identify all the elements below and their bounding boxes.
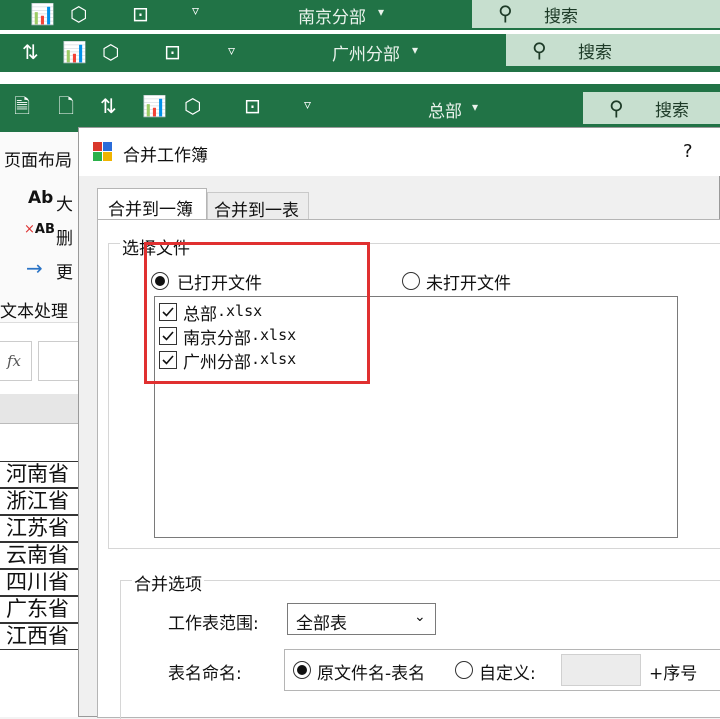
merge-workbook-dialog: 合并工作簿 ? 合并到一簿 合并到一表 选择文件 已打开文件 未打开文件 总部 … <box>78 127 720 719</box>
excel-ribbon-panel: 页面布局 Ab 大 ×AB 删 → 更 文本处理 <box>0 132 80 322</box>
new-file-icon[interactable]: 🗋 <box>58 96 74 116</box>
shapes-icon[interactable]: ⬡ <box>102 42 119 62</box>
chevron-down-icon: ▾ <box>472 100 479 114</box>
window-ribbon-nanjing: 📊 ⬡ ⊡ ▿ 南京分部 ▾ ⚲ 搜索 <box>0 0 720 30</box>
shapes-icon[interactable]: ⬡ <box>184 96 201 116</box>
sort-icon[interactable]: ⇅ <box>22 42 39 62</box>
ribbon-tab-page-layout[interactable]: 页面布局 <box>4 146 72 171</box>
app-icon <box>93 142 113 162</box>
tab-page: 选择文件 已打开文件 未打开文件 总部 .xlsx 南京分部 .xlsx 广州分… <box>97 219 720 719</box>
window-title-guangzhou[interactable]: 广州分部 <box>332 40 400 65</box>
cell-province[interactable]: 广东省 <box>0 596 78 623</box>
search-label: 搜索 <box>578 43 612 63</box>
file-icon[interactable]: 🗎 <box>14 96 30 116</box>
tab-merge-to-sheet[interactable]: 合并到一表 <box>207 192 309 221</box>
search-icon: ⚲ <box>532 38 547 62</box>
chevron-down-icon: ⌄ <box>414 609 426 625</box>
textbox-icon[interactable]: ⊡ <box>164 42 181 62</box>
ab-icon[interactable]: Ab <box>28 188 53 208</box>
sheet-range-label: 工作表范围: <box>168 614 259 634</box>
customize-icon[interactable]: ▿ <box>228 44 235 58</box>
custom-name-input[interactable] <box>561 654 641 686</box>
search-label: 搜索 <box>655 101 689 121</box>
window-ribbon-guangzhou: ⇅ 📊 ⬡ ⊡ ▿ 广州分部 ▾ ⚲ 搜索 <box>0 34 720 72</box>
window-strip-gap <box>0 72 720 84</box>
search-box-guangzhou[interactable]: ⚲ 搜索 <box>506 34 720 66</box>
cell-province[interactable]: 江苏省 <box>0 515 78 542</box>
shapes-icon[interactable]: ⬡ <box>70 4 87 24</box>
highlight-annotation <box>144 242 370 384</box>
textbox-icon[interactable]: ⊡ <box>132 4 149 24</box>
column-header <box>0 394 80 424</box>
chevron-down-icon: ▾ <box>412 43 419 57</box>
tab-merge-to-workbook[interactable]: 合并到一簿 <box>97 188 207 220</box>
search-box-nanjing[interactable]: ⚲ 搜索 <box>472 0 720 28</box>
delete-icon[interactable]: ×AB <box>24 222 55 237</box>
textbox-icon[interactable]: ⊡ <box>244 96 261 116</box>
sort-icon[interactable]: ⇅ <box>100 96 117 116</box>
dialog-title: 合并工作簿 <box>123 146 208 166</box>
radio-custom-name-label[interactable]: 自定义: <box>479 659 536 684</box>
chart-icon[interactable]: 📊 <box>142 96 167 116</box>
ribbon-item-label: 大 <box>56 195 73 215</box>
ribbon-group-label: 文本处理 <box>0 302 68 322</box>
radio-original-name[interactable] <box>293 661 311 679</box>
chevron-down-icon: ▾ <box>378 5 385 19</box>
search-box-headquarters[interactable]: ⚲ 搜索 <box>583 92 720 124</box>
cell-province[interactable]: 浙江省 <box>0 488 78 515</box>
cell-province[interactable]: 云南省 <box>0 542 78 569</box>
radio-custom-name[interactable] <box>455 661 473 679</box>
naming-group: 原文件名-表名 自定义: +序号 <box>284 649 720 691</box>
options-group-label: 合并选项 <box>132 570 204 595</box>
customize-icon[interactable]: ▿ <box>192 4 199 18</box>
dialog-titlebar: 合并工作簿 ? <box>79 128 720 176</box>
sheet-area: 河南省 浙江省 江苏省 云南省 四川省 广东省 江西省 <box>0 424 80 717</box>
chart-icon[interactable]: 📊 <box>62 42 87 62</box>
chart-icon[interactable]: 📊 <box>30 4 55 24</box>
radio-closed-files[interactable] <box>402 272 420 290</box>
cell-province[interactable]: 河南省 <box>0 461 78 488</box>
arrow-right-icon[interactable]: → <box>26 256 43 280</box>
tab-label: 合并到一簿 <box>108 200 193 220</box>
radio-closed-files-label[interactable]: 未打开文件 <box>426 269 511 294</box>
window-ribbon-headquarters: 🗎 🗋 ⇅ 📊 ⬡ ⊡ ▿ 总部 ▾ ⚲ 搜索 <box>0 84 720 132</box>
search-label: 搜索 <box>544 7 578 27</box>
naming-label: 表名命名: <box>168 664 242 684</box>
formula-input[interactable] <box>38 341 80 381</box>
ribbon-item-label: 删 <box>56 229 73 249</box>
sheet-range-select[interactable]: 全部表 ⌄ <box>287 603 436 635</box>
help-button[interactable]: ? <box>683 141 693 162</box>
radio-original-name-label[interactable]: 原文件名-表名 <box>317 659 425 684</box>
search-icon: ⚲ <box>609 96 624 120</box>
cell-province[interactable]: 江西省 <box>0 623 78 650</box>
window-title-nanjing[interactable]: 南京分部 <box>298 3 366 28</box>
serial-suffix-label: +序号 <box>649 664 698 684</box>
tab-label: 合并到一表 <box>214 201 299 221</box>
fx-button[interactable]: fx <box>0 341 32 381</box>
search-icon: ⚲ <box>498 1 513 25</box>
window-title-headquarters[interactable]: 总部 <box>428 97 462 122</box>
formula-bar: fx <box>0 322 80 394</box>
sheet-range-value: 全部表 <box>296 614 347 634</box>
ribbon-item-label: 更 <box>56 263 73 283</box>
cell-province[interactable]: 四川省 <box>0 569 78 596</box>
customize-icon[interactable]: ▿ <box>304 98 311 112</box>
